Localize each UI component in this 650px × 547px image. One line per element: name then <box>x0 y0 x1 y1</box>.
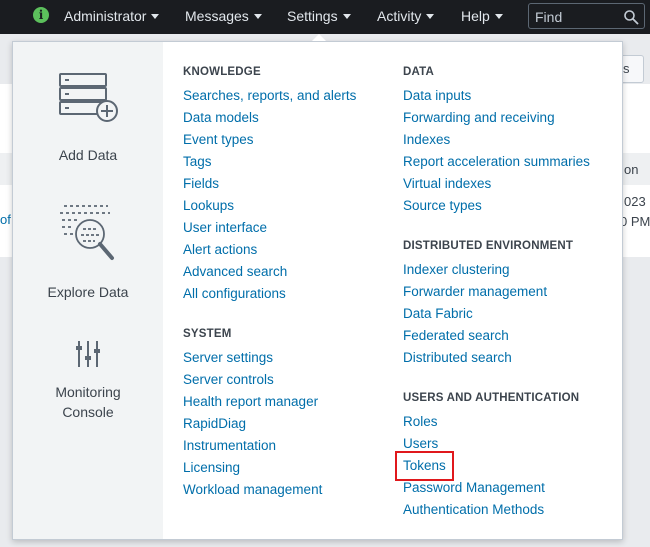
menu-item[interactable]: Instrumentation <box>183 435 322 457</box>
nav-settings[interactable]: Settings <box>287 0 351 34</box>
menu-item[interactable]: Fields <box>183 173 356 195</box>
nav-label: Settings <box>287 8 338 24</box>
users-and-authentication-menu: Roles Users Tokens Password Management A… <box>395 411 545 521</box>
settings-dropdown-menu: Add Data Explore Data Monitoring Console… <box>12 41 623 540</box>
nav-administrator[interactable]: Administrator <box>64 0 160 34</box>
menu-item[interactable]: Lookups <box>183 195 356 217</box>
app-label: Monitoring <box>55 384 121 400</box>
section-title-data: DATA <box>403 66 435 78</box>
search-icon[interactable] <box>623 9 639 25</box>
menu-item[interactable]: All configurations <box>183 283 356 305</box>
menu-item[interactable]: Report acceleration summaries <box>403 151 590 173</box>
caret-down-icon <box>151 14 160 19</box>
background-left-link: of <box>0 212 11 227</box>
section-title-users-and-authentication: USERS AND AUTHENTICATION <box>403 392 580 404</box>
menu-item[interactable]: Forwarding and receiving <box>403 107 590 129</box>
find-input[interactable] <box>535 8 621 26</box>
menu-item[interactable]: Distributed search <box>403 347 547 369</box>
apps-rail: Add Data Explore Data Monitoring Console <box>13 42 163 539</box>
info-icon[interactable]: i <box>33 7 49 23</box>
app-label: Explore Data <box>47 284 129 300</box>
distributed-environment-menu: Indexer clustering Forwarder management … <box>403 259 547 369</box>
nav-label: Messages <box>185 8 249 24</box>
app-label: Console <box>62 404 114 420</box>
nav-activity[interactable]: Activity <box>377 0 435 34</box>
explore-data-tile[interactable]: Explore Data <box>13 204 163 302</box>
section-title-system: SYSTEM <box>183 328 232 340</box>
menu-item[interactable]: Searches, reports, and alerts <box>183 85 356 107</box>
menu-item[interactable]: Source types <box>403 195 590 217</box>
caret-down-icon <box>342 14 351 19</box>
explore-data-icon <box>60 205 114 260</box>
find-search-box <box>528 3 645 29</box>
app-label: Add Data <box>58 147 118 163</box>
nav-label: Administrator <box>64 8 147 24</box>
menu-item[interactable]: Event types <box>183 129 356 151</box>
nav-messages[interactable]: Messages <box>185 0 262 34</box>
menu-item[interactable]: Roles <box>403 411 545 433</box>
menu-item[interactable]: Health report manager <box>183 391 322 413</box>
caret-down-icon <box>494 14 503 19</box>
menu-item[interactable]: Password Management <box>403 477 545 499</box>
dropdown-pointer <box>312 34 326 41</box>
nav-help[interactable]: Help <box>461 0 503 34</box>
nav-label: Activity <box>377 8 422 24</box>
nav-label: Help <box>461 8 490 24</box>
system-menu: Server settings Server controls Health r… <box>183 347 322 501</box>
menu-item[interactable]: Workload management <box>183 479 322 501</box>
add-data-icon <box>59 73 118 122</box>
menu-item[interactable]: Authentication Methods <box>403 499 545 521</box>
caret-down-icon <box>426 14 435 19</box>
menu-item[interactable]: RapidDiag <box>183 413 322 435</box>
menu-item[interactable]: Users <box>403 433 545 455</box>
menu-item[interactable]: Alert actions <box>183 239 356 261</box>
monitoring-console-icon <box>76 341 100 367</box>
menu-item[interactable]: Virtual indexes <box>403 173 590 195</box>
menu-item[interactable]: Federated search <box>403 325 547 347</box>
section-title-knowledge: KNOWLEDGE <box>183 66 261 78</box>
top-navigation-bar: i Administrator Messages Settings Activi… <box>0 0 650 34</box>
menu-item[interactable]: Data Fabric <box>403 303 547 325</box>
menu-item[interactable]: Data inputs <box>403 85 590 107</box>
menu-item[interactable]: Data models <box>183 107 356 129</box>
background-cell: 0 PM <box>620 214 650 229</box>
section-title-distributed-environment: DISTRIBUTED ENVIRONMENT <box>403 240 574 252</box>
background-column-header: on <box>624 162 639 177</box>
background-cell: 023 <box>624 194 646 209</box>
knowledge-menu: Searches, reports, and alerts Data model… <box>183 85 356 305</box>
data-menu: Data inputs Forwarding and receiving Ind… <box>403 85 590 217</box>
menu-item[interactable]: User interface <box>183 217 356 239</box>
menu-item[interactable]: Advanced search <box>183 261 356 283</box>
menu-item[interactable]: Licensing <box>183 457 322 479</box>
menu-item[interactable]: Tags <box>183 151 356 173</box>
menu-item-tokens[interactable]: Tokens <box>395 451 454 481</box>
menu-item[interactable]: Forwarder management <box>403 281 547 303</box>
monitoring-console-tile[interactable]: Monitoring Console <box>13 340 163 422</box>
add-data-tile[interactable]: Add Data <box>13 72 163 165</box>
menu-item[interactable]: Server settings <box>183 347 322 369</box>
menu-item[interactable]: Server controls <box>183 369 322 391</box>
menu-item[interactable]: Indexer clustering <box>403 259 547 281</box>
caret-down-icon <box>253 14 262 19</box>
menu-item[interactable]: Indexes <box>403 129 590 151</box>
